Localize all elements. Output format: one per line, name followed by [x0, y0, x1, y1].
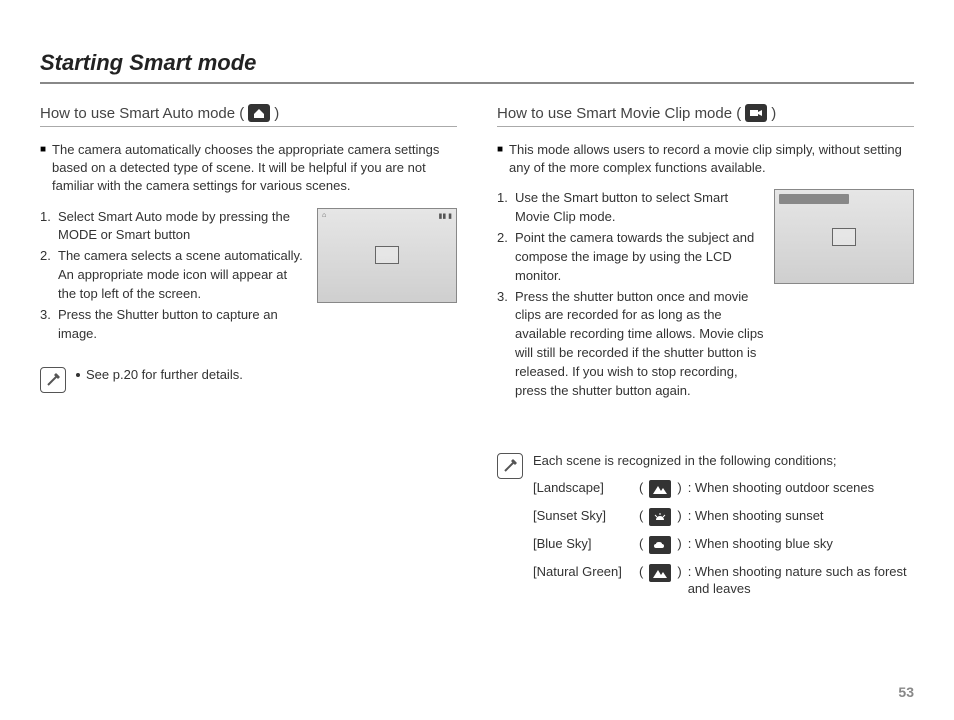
step-number: 3. — [497, 288, 511, 401]
step-item: 1. Select Smart Auto mode by pressing th… — [40, 208, 307, 246]
smart-auto-heading: How to use Smart Auto mode ( ) — [40, 104, 457, 127]
scene-desc: : When shooting sunset — [688, 508, 914, 525]
paren-open: ( — [639, 480, 643, 497]
note-bullet: See p.20 for further details. — [76, 367, 243, 382]
scene-row: [Natural Green] ( ) : When shooting natu… — [533, 564, 914, 598]
heading-post: ) — [771, 105, 776, 122]
step-text: The camera selects a scene automatically… — [58, 247, 307, 304]
intro-text: This mode allows users to record a movie… — [509, 141, 914, 177]
steps-with-image: 1. Use the Smart button to select Smart … — [497, 189, 914, 402]
step-text: Select Smart Auto mode by pressing the M… — [58, 208, 307, 246]
paren-close: ) — [677, 480, 681, 497]
bullet-square-icon: ■ — [497, 143, 503, 157]
scene-label: [Blue Sky] — [533, 536, 633, 553]
scene-desc: : When shooting nature such as forest an… — [688, 564, 914, 598]
smart-movie-heading: How to use Smart Movie Clip mode ( ) — [497, 104, 914, 127]
step-text: Press the Shutter button to capture an i… — [58, 306, 307, 344]
scene-desc: : When shooting outdoor scenes — [688, 480, 914, 497]
right-column: How to use Smart Movie Clip mode ( ) ■ T… — [497, 104, 914, 607]
scenes-content: Each scene is recognized in the followin… — [533, 453, 914, 608]
page-title: Starting Smart mode — [40, 50, 914, 84]
step-text: Use the Smart button to select Smart Mov… — [515, 189, 764, 227]
scene-label: [Sunset Sky] — [533, 508, 633, 525]
scene-row: [Landscape] ( ) : When shooting outdoor … — [533, 480, 914, 498]
bullet-dot-icon — [76, 373, 80, 377]
paren-close: ) — [677, 564, 681, 581]
note-icon — [40, 367, 66, 393]
paren-close: ) — [677, 536, 681, 553]
steps-list: 1. Select Smart Auto mode by pressing th… — [40, 208, 307, 346]
scene-desc: : When shooting blue sky — [688, 536, 914, 553]
lcd-preview-image: ⌂▮▮ ▮ — [317, 208, 457, 303]
intro-block: ■ This mode allows users to record a mov… — [497, 141, 914, 177]
step-item: 2. Point the camera towards the subject … — [497, 229, 764, 286]
step-number: 1. — [497, 189, 511, 227]
paren-close: ) — [677, 508, 681, 525]
mountain-icon — [649, 564, 671, 582]
left-column: How to use Smart Auto mode ( ) ■ The cam… — [40, 104, 457, 607]
cloud-icon — [649, 536, 671, 554]
heading-post: ) — [274, 105, 279, 122]
scene-row: [Blue Sky] ( ) : When shooting blue sky — [533, 536, 914, 554]
smart-movie-icon — [745, 104, 767, 122]
smart-auto-house-icon — [248, 104, 270, 122]
scene-label: [Landscape] — [533, 480, 633, 497]
scenes-intro: Each scene is recognized in the followin… — [533, 453, 914, 468]
steps-with-image: 1. Select Smart Auto mode by pressing th… — [40, 208, 457, 346]
note-text: See p.20 for further details. — [86, 367, 243, 382]
note-block: See p.20 for further details. — [40, 367, 457, 393]
intro-block: ■ The camera automatically chooses the a… — [40, 141, 457, 196]
steps-list: 1. Use the Smart button to select Smart … — [497, 189, 764, 402]
step-number: 2. — [497, 229, 511, 286]
intro-text: The camera automatically chooses the app… — [52, 141, 457, 196]
step-number: 1. — [40, 208, 54, 246]
step-number: 2. — [40, 247, 54, 304]
scene-list: [Landscape] ( ) : When shooting outdoor … — [533, 480, 914, 598]
step-item: 3. Press the Shutter button to capture a… — [40, 306, 307, 344]
step-item: 3. Press the shutter button once and mov… — [497, 288, 764, 401]
mountain-icon — [649, 480, 671, 498]
paren-open: ( — [639, 508, 643, 525]
step-item: 1. Use the Smart button to select Smart … — [497, 189, 764, 227]
step-text: Point the camera towards the subject and… — [515, 229, 764, 286]
scene-row: [Sunset Sky] ( ) : When shooting sunset — [533, 508, 914, 526]
step-text: Press the shutter button once and movie … — [515, 288, 764, 401]
scenes-note-block: Each scene is recognized in the followin… — [497, 453, 914, 608]
bullet-square-icon: ■ — [40, 143, 46, 157]
step-item: 2. The camera selects a scene automatica… — [40, 247, 307, 304]
heading-pre: How to use Smart Auto mode ( — [40, 105, 244, 122]
paren-open: ( — [639, 536, 643, 553]
heading-pre: How to use Smart Movie Clip mode ( — [497, 105, 741, 122]
note-icon — [497, 453, 523, 479]
sunset-icon — [649, 508, 671, 526]
step-number: 3. — [40, 306, 54, 344]
paren-open: ( — [639, 564, 643, 581]
two-column-layout: How to use Smart Auto mode ( ) ■ The cam… — [40, 104, 914, 607]
page-number: 53 — [898, 684, 914, 700]
scene-label: [Natural Green] — [533, 564, 633, 581]
lcd-preview-movie-image — [774, 189, 914, 284]
